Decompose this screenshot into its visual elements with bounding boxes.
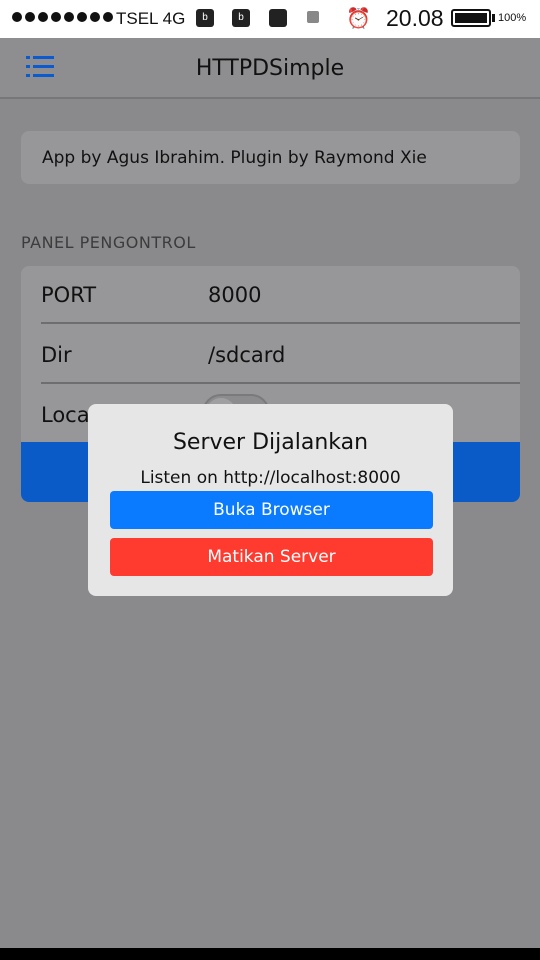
- lock-icon: [307, 11, 319, 23]
- dialog-message: Listen on http://localhost:8000: [140, 468, 401, 488]
- app-header: HTTPDSimple: [0, 38, 540, 99]
- page-title: HTTPDSimple: [195, 56, 345, 81]
- port-input[interactable]: 8000: [208, 283, 261, 307]
- port-row[interactable]: PORT 8000: [21, 266, 520, 324]
- navigation-bar: [0, 948, 540, 960]
- battery-icon: [451, 9, 491, 27]
- battery-level-fill: [455, 13, 487, 23]
- dir-input[interactable]: /sdcard: [208, 343, 285, 367]
- screen-icon: [269, 9, 287, 27]
- dir-row[interactable]: Dir /sdcard: [21, 326, 520, 384]
- open-browser-button[interactable]: Buka Browser: [110, 491, 433, 529]
- alarm-icon: ⏰: [346, 8, 371, 30]
- credit-text: App by Agus Ibrahim. Plugin by Raymond X…: [42, 148, 427, 168]
- signal-strength-icon: [12, 12, 113, 22]
- battery-tip: [492, 14, 495, 22]
- dir-label: Dir: [41, 343, 72, 367]
- bbm-icon: b: [196, 9, 214, 27]
- battery-percent: 100%: [498, 12, 527, 24]
- credit-card: App by Agus Ibrahim. Plugin by Raymond X…: [21, 131, 520, 184]
- server-dialog: Server Dijalankan Listen on http://local…: [88, 404, 453, 596]
- divider: [41, 322, 520, 324]
- section-label: PANEL PENGONTROL: [21, 233, 196, 252]
- carrier-label: TSEL 4G: [116, 9, 186, 28]
- status-bar: TSEL 4G b b ⏰ 20.08 100%: [0, 0, 540, 38]
- dialog-title: Server Dijalankan: [172, 430, 369, 455]
- bbm-icon: b: [232, 9, 250, 27]
- stop-server-button[interactable]: Matikan Server: [110, 538, 433, 576]
- port-label: PORT: [41, 283, 97, 307]
- clock: 20.08: [386, 5, 444, 31]
- divider: [41, 382, 520, 384]
